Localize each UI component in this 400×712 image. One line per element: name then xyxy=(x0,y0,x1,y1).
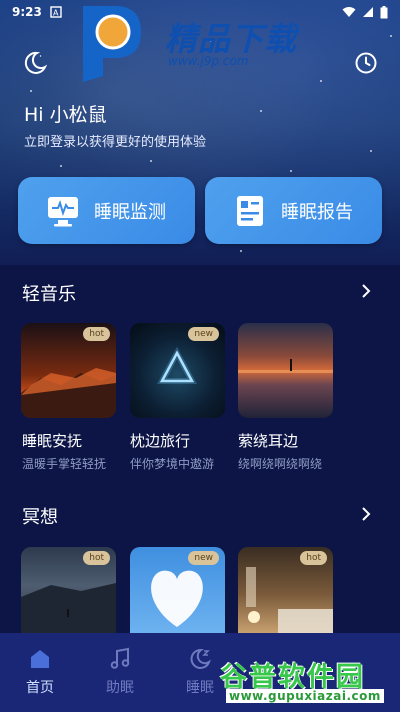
music-card-3-title: 萦绕耳边 xyxy=(238,432,299,450)
moon-icon[interactable] xyxy=(22,50,48,76)
meditation-card-1[interactable]: hot xyxy=(21,547,116,633)
nav-label: 助眠 xyxy=(106,680,134,696)
music-card-3[interactable] xyxy=(238,323,333,418)
watermark-bottom: 谷普软件园 www.gupuxiazai.com xyxy=(220,655,398,712)
home-icon xyxy=(31,650,49,668)
section-title-meditation: 冥想 xyxy=(22,507,58,528)
monitor-wave-icon xyxy=(48,196,78,226)
signal-icon xyxy=(363,7,373,17)
wifi-icon xyxy=(342,7,356,17)
hot-badge: hot xyxy=(300,551,327,565)
music-card-2-title: 枕边旅行 xyxy=(130,432,191,450)
notification-icon: A xyxy=(50,6,62,18)
nav-item-home[interactable]: 首页 xyxy=(0,633,80,712)
chevron-right-icon[interactable] xyxy=(358,506,374,522)
music-card-1[interactable]: hot xyxy=(21,323,116,418)
music-card-3-subtitle: 绕啊绕啊绕啊绕 xyxy=(238,457,323,471)
chevron-right-icon[interactable] xyxy=(358,283,374,299)
sleep-report-button[interactable]: 睡眠报告 xyxy=(205,177,382,244)
music-card-1-title: 睡眠安抚 xyxy=(22,432,83,450)
svg-text:A: A xyxy=(53,9,59,18)
section-title-music: 轻音乐 xyxy=(22,284,76,305)
history-clock-icon[interactable] xyxy=(353,50,379,76)
music-card-2-subtitle: 伴你梦境中遨游 xyxy=(130,457,215,471)
moon-z-icon xyxy=(190,648,211,669)
new-badge: new xyxy=(188,551,219,565)
new-badge: new xyxy=(188,327,219,341)
nav-item-sleep-aid[interactable]: 助眠 xyxy=(80,633,160,712)
status-time: 9:23 xyxy=(12,5,42,19)
watermark-url: www.j9p.com xyxy=(168,54,249,68)
hot-badge: hot xyxy=(83,551,110,565)
watermark-logo xyxy=(83,6,141,82)
music-card-2[interactable]: new xyxy=(130,323,225,418)
login-prompt-link[interactable]: 立即登录以获得更好的使用体验 xyxy=(24,131,206,150)
nav-label: 睡眠 xyxy=(186,680,214,696)
greeting-title: Hi 小松鼠 xyxy=(24,104,107,126)
music-card-1-subtitle: 温暖手掌轻轻抚 xyxy=(22,457,107,471)
meditation-card-2[interactable]: new xyxy=(130,547,225,633)
sleep-monitor-label: 睡眠监测 xyxy=(94,201,166,223)
meditation-card-3[interactable]: hot xyxy=(238,547,333,633)
sunset-image xyxy=(238,359,333,373)
watermark-bottom-url: www.gupuxiazai.com xyxy=(226,689,384,703)
battery-icon xyxy=(380,5,388,18)
sleep-report-label: 睡眠报告 xyxy=(281,201,353,223)
nav-label: 首页 xyxy=(26,680,54,696)
sleep-monitor-button[interactable]: 睡眠监测 xyxy=(18,177,195,244)
hot-badge: hot xyxy=(83,327,110,341)
report-icon xyxy=(237,195,263,226)
music-note-icon xyxy=(110,647,130,669)
